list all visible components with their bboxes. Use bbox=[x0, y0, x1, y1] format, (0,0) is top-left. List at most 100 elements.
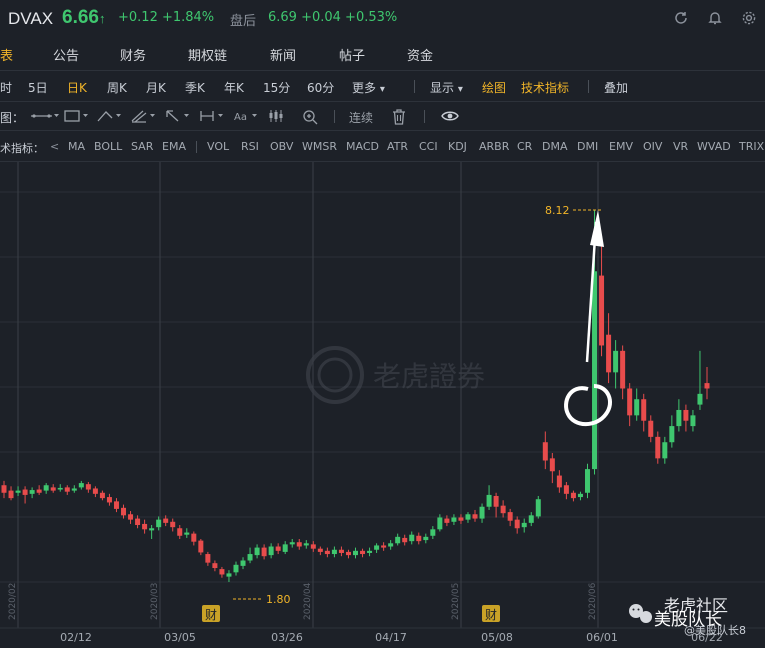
channel-tool-icon[interactable] bbox=[131, 109, 157, 126]
candle bbox=[381, 542, 387, 551]
display-dropdown[interactable]: 显示 ▾ bbox=[430, 79, 463, 96]
period-monthly[interactable]: 月K bbox=[146, 79, 166, 96]
candle-body bbox=[106, 497, 112, 503]
tab-news[interactable]: 新闻 bbox=[270, 45, 296, 64]
candle-body bbox=[395, 536, 401, 544]
candle-body bbox=[613, 350, 619, 373]
candle bbox=[388, 540, 394, 550]
tab-financials[interactable]: 财务 bbox=[120, 45, 146, 64]
indicator-kdj[interactable]: KDJ bbox=[448, 140, 467, 153]
period-5day[interactable]: 5日 bbox=[28, 79, 48, 96]
line-segment-icon[interactable] bbox=[30, 109, 60, 126]
tab-chart[interactable]: 表 bbox=[0, 45, 13, 64]
period-daily[interactable]: 日K bbox=[67, 79, 87, 96]
refresh-icon[interactable] bbox=[673, 10, 689, 26]
indicator-obv[interactable]: OBV bbox=[270, 140, 293, 153]
indicator-cci[interactable]: CCI bbox=[419, 140, 438, 153]
indicator-dma[interactable]: DMA bbox=[542, 140, 568, 153]
indicator-rsi[interactable]: RSI bbox=[241, 140, 259, 153]
indicator-ma[interactable]: MA bbox=[68, 140, 85, 153]
candle bbox=[289, 538, 295, 548]
indicator-vr[interactable]: VR bbox=[673, 140, 688, 153]
tab-capital-flow[interactable]: 资金 bbox=[407, 45, 433, 64]
month-marker-label: 2020/05 bbox=[451, 583, 461, 620]
period-quarterly[interactable]: 季K bbox=[185, 79, 205, 96]
earnings-badge[interactable]: 财 bbox=[482, 605, 500, 622]
candle-body bbox=[486, 494, 492, 507]
candle-body bbox=[465, 514, 471, 520]
measure-tool-icon[interactable] bbox=[199, 109, 225, 126]
indicator-vol[interactable]: VOL bbox=[207, 140, 229, 153]
candle-body bbox=[1, 485, 7, 493]
toolbar-divider bbox=[424, 110, 425, 123]
candle-body bbox=[458, 517, 464, 521]
draw-button[interactable]: 绘图 bbox=[482, 79, 506, 96]
gear-icon[interactable] bbox=[741, 10, 757, 26]
text-tool-icon[interactable]: Aa bbox=[233, 109, 259, 126]
price-annotations: 8.12 1.80 财 财 bbox=[202, 204, 603, 622]
period-60min[interactable]: 60分 bbox=[307, 79, 334, 96]
indicator-wmsr[interactable]: WMSR bbox=[302, 140, 337, 153]
candle bbox=[430, 526, 436, 539]
indicator-cr[interactable]: CR bbox=[517, 140, 532, 153]
indicator-dmi[interactable]: DMI bbox=[577, 140, 598, 153]
candle bbox=[99, 490, 105, 501]
quote-header: DVAX 6.66↑ +0.12 +1.84% 盘后 6.69 +0.04 +0… bbox=[0, 0, 765, 38]
candle bbox=[43, 483, 49, 494]
indicator-atr[interactable]: ATR bbox=[387, 140, 408, 153]
community-watermark: 老虎社区 美股队长 @美股队长8 bbox=[629, 596, 746, 637]
period-more-dropdown[interactable]: 更多 ▾ bbox=[352, 79, 385, 96]
tab-posts[interactable]: 帖子 bbox=[339, 45, 365, 64]
candle-body bbox=[177, 528, 183, 536]
overlay-button[interactable]: 叠加 bbox=[604, 79, 628, 96]
candle bbox=[423, 533, 429, 544]
candle bbox=[303, 540, 309, 549]
period-yearly[interactable]: 年K bbox=[224, 79, 244, 96]
zoom-in-icon[interactable] bbox=[302, 109, 318, 128]
indicator-boll[interactable]: BOLL bbox=[94, 140, 122, 153]
candle bbox=[261, 544, 267, 560]
candle-body bbox=[627, 388, 633, 416]
candle-body bbox=[43, 485, 49, 491]
indicator-macd[interactable]: MACD bbox=[346, 140, 379, 153]
period-intraday[interactable]: 时 bbox=[0, 79, 12, 96]
month-marker-label: 2020/03 bbox=[150, 583, 160, 620]
earnings-badge[interactable]: 财 bbox=[202, 605, 220, 622]
continuous-toggle[interactable]: 连续 bbox=[349, 109, 373, 126]
trash-icon[interactable] bbox=[392, 109, 406, 128]
tab-announcements[interactable]: 公告 bbox=[53, 45, 79, 64]
indicator-emv[interactable]: EMV bbox=[609, 140, 633, 153]
candle-body bbox=[479, 506, 485, 519]
candle-body bbox=[535, 499, 541, 517]
period-15min[interactable]: 15分 bbox=[263, 79, 290, 96]
candle-body bbox=[437, 517, 443, 530]
candle bbox=[177, 525, 183, 539]
indicator-wvad[interactable]: WVAD bbox=[697, 140, 731, 153]
candle-body bbox=[219, 569, 225, 575]
indicator-ema[interactable]: EMA bbox=[162, 140, 186, 153]
tech-indicator-button[interactable]: 技术指标 bbox=[521, 79, 569, 96]
eye-icon[interactable] bbox=[441, 109, 459, 126]
indicator-trix[interactable]: TRIX bbox=[739, 140, 764, 153]
candle-body bbox=[620, 350, 626, 389]
candle bbox=[683, 404, 689, 432]
bell-icon[interactable] bbox=[707, 10, 723, 26]
period-weekly[interactable]: 周K bbox=[107, 79, 127, 96]
arrow-tool-icon[interactable] bbox=[165, 109, 191, 126]
indicator-sar[interactable]: SAR bbox=[131, 140, 153, 153]
candle-tool-icon[interactable] bbox=[268, 109, 284, 126]
candle-body bbox=[409, 534, 415, 542]
candle bbox=[493, 492, 499, 518]
candle-body bbox=[50, 487, 56, 491]
month-marker-label: 2020/04 bbox=[303, 582, 313, 620]
indicator-oiv[interactable]: OIV bbox=[643, 140, 662, 153]
tab-options-chain[interactable]: 期权链 bbox=[188, 45, 227, 64]
chevron-left-icon[interactable]: < bbox=[50, 140, 59, 153]
rectangle-tool-icon[interactable] bbox=[64, 109, 90, 126]
header-actions bbox=[673, 10, 757, 26]
candlestick-chart[interactable]: 老虎證券 2020/02 2020/03 2020/04 2020/05 2020/06… bbox=[0, 162, 765, 648]
candle-body bbox=[662, 442, 668, 459]
candle bbox=[338, 546, 344, 557]
indicator-arbr[interactable]: ARBR bbox=[479, 140, 509, 153]
fib-tool-icon[interactable] bbox=[97, 109, 123, 126]
